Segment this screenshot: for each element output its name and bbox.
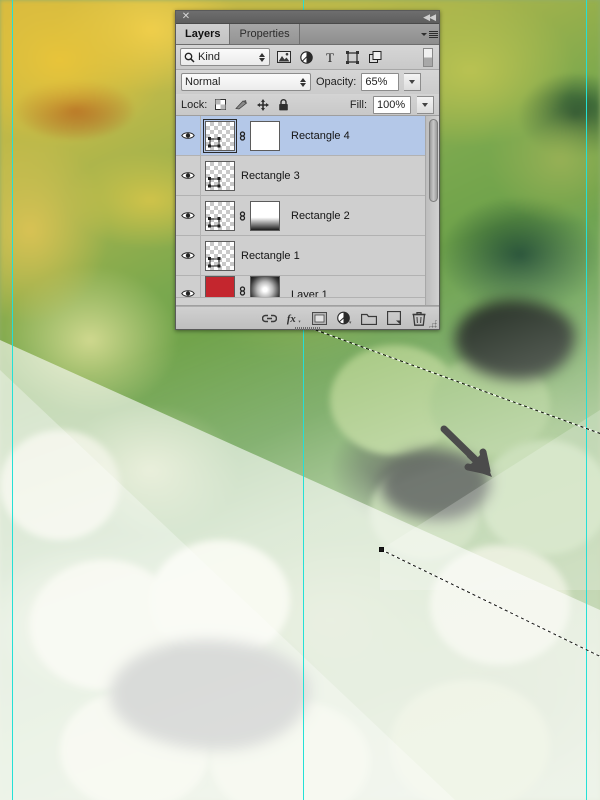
layer-row[interactable]: Layer 1 <box>176 276 439 298</box>
vector-shape-icon <box>208 176 221 187</box>
eye-icon <box>181 290 195 297</box>
layer-visibility-toggle[interactable] <box>176 156 201 195</box>
layer-row[interactable]: Rectangle 1 <box>176 236 439 276</box>
filter-enable-toggle[interactable] <box>423 47 433 67</box>
fill-slider-dropdown-icon[interactable] <box>417 95 434 114</box>
layer-visibility-toggle[interactable] <box>176 116 201 155</box>
opacity-label: Opacity: <box>316 76 357 88</box>
magnifier-icon <box>184 52 195 63</box>
fill-input[interactable]: 100% <box>373 95 411 114</box>
layer-visibility-toggle[interactable] <box>176 236 201 275</box>
lock-label: Lock: <box>181 98 208 111</box>
path-anchor-point[interactable] <box>379 547 384 552</box>
filter-shape-layers-icon[interactable] <box>343 48 362 67</box>
layers-panel[interactable]: ✕ ◀◀ Layers Properties Kind T Normal Opa… <box>175 10 440 330</box>
filter-type-layers-icon[interactable]: T <box>320 48 339 67</box>
lock-row[interactable]: Lock: Fill: 100% <box>176 94 439 116</box>
eye-icon <box>181 132 195 139</box>
delete-layer-button[interactable] <box>411 310 427 326</box>
layer-list-scrollbar-thumb[interactable] <box>429 119 438 203</box>
layer-thumbnail[interactable] <box>205 240 235 271</box>
layer-visibility-toggle[interactable] <box>176 196 201 235</box>
opacity-slider-dropdown-icon[interactable] <box>404 73 422 91</box>
panel-resize-grip[interactable] <box>428 319 437 328</box>
tab-layers[interactable]: Layers <box>176 24 231 44</box>
lock-all-icon[interactable] <box>276 97 291 112</box>
layer-mask-link-icon[interactable] <box>237 121 248 151</box>
svg-text:fx: fx <box>287 314 297 325</box>
layer-mask-link-icon[interactable] <box>237 276 248 297</box>
svg-text:T: T <box>326 51 334 64</box>
filter-kind-select[interactable]: Kind <box>180 48 270 66</box>
layer-row[interactable]: Rectangle 2 <box>176 196 439 236</box>
panel-menu-icon[interactable] <box>419 24 439 44</box>
layers-panel-toolbar[interactable]: fx <box>176 306 439 330</box>
close-icon[interactable]: ✕ <box>181 12 191 22</box>
vector-shape-icon <box>208 256 221 267</box>
layer-list-scrollbar[interactable] <box>425 116 439 305</box>
layer-thumbnail[interactable] <box>203 118 237 153</box>
guide-vertical-right[interactable] <box>586 0 587 800</box>
fill-label: Fill: <box>349 98 367 111</box>
layer-name: Layer 1 <box>291 288 328 298</box>
lock-position-icon[interactable] <box>255 97 270 112</box>
panel-menu-lines-icon <box>428 30 438 38</box>
panel-titlebar[interactable]: ✕ ◀◀ <box>176 11 439 24</box>
layer-name: Rectangle 3 <box>241 169 300 182</box>
panel-dock-handle[interactable] <box>294 327 321 330</box>
layer-name: Rectangle 4 <box>291 129 350 142</box>
filter-adjustment-layers-icon[interactable] <box>297 48 316 67</box>
filter-kind-label: Kind <box>198 51 221 63</box>
lock-image-pixels-icon[interactable] <box>234 97 249 112</box>
layer-mask-link-icon[interactable] <box>237 201 248 231</box>
eye-icon <box>181 172 195 179</box>
layer-name: Rectangle 1 <box>241 249 300 262</box>
layer-name: Rectangle 2 <box>291 209 350 222</box>
panel-tabs[interactable]: Layers Properties <box>176 24 439 45</box>
layer-thumbnail[interactable] <box>205 200 235 231</box>
blend-mode-value: Normal <box>185 76 221 88</box>
layer-row[interactable]: Rectangle 4 <box>176 116 439 156</box>
layer-mask-thumbnail[interactable] <box>250 200 280 231</box>
opacity-input[interactable]: 65% <box>361 73 400 91</box>
link-layers-button[interactable] <box>261 310 277 326</box>
guide-vertical-left[interactable] <box>12 0 13 800</box>
lock-transparent-pixels-icon[interactable] <box>213 97 228 112</box>
blend-mode-row[interactable]: Normal Opacity: 65% <box>176 70 439 94</box>
tabs-filler <box>299 24 419 44</box>
new-layer-button[interactable] <box>386 310 402 326</box>
layer-filter-row[interactable]: Kind T <box>176 45 439 70</box>
layer-row[interactable]: Rectangle 3 <box>176 156 439 196</box>
filter-smart-object-icon[interactable] <box>366 48 385 67</box>
layer-thumbnail[interactable] <box>205 160 235 191</box>
chevron-updown-icon[interactable] <box>300 77 306 87</box>
layer-mask-thumbnail[interactable] <box>250 120 280 151</box>
layer-mask-thumbnail[interactable] <box>250 276 280 297</box>
vector-shape-icon <box>208 216 221 227</box>
tab-properties[interactable]: Properties <box>230 24 300 44</box>
layer-list[interactable]: Rectangle 4 Rectangle 3 Rectangle 2 Rect… <box>176 116 439 306</box>
collapse-panel-icon[interactable]: ◀◀ <box>423 12 436 23</box>
blend-mode-select[interactable]: Normal <box>181 73 311 91</box>
vector-shape-icon <box>208 136 221 147</box>
eye-icon <box>181 252 195 259</box>
layer-visibility-toggle[interactable] <box>176 276 201 297</box>
add-layer-mask-button[interactable] <box>311 310 327 326</box>
layer-thumbnail[interactable] <box>205 276 235 297</box>
new-adjustment-layer-button[interactable] <box>336 310 352 326</box>
panel-menu-triangle-icon <box>420 32 427 36</box>
chevron-updown-icon[interactable] <box>259 52 265 62</box>
new-group-button[interactable] <box>361 310 377 326</box>
eye-icon <box>181 212 195 219</box>
custom-arrow-shape[interactable] <box>440 425 510 485</box>
add-layer-style-button[interactable]: fx <box>286 310 302 326</box>
filter-pixel-layers-icon[interactable] <box>274 48 293 67</box>
